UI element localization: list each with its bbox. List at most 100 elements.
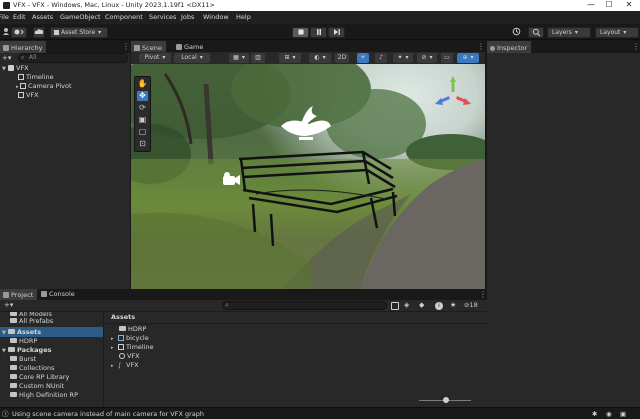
tree-item-assets[interactable]: ▼ Assets <box>2 328 41 337</box>
search-by-label-icon[interactable]: ◈ <box>404 301 409 309</box>
expand-triangle-icon[interactable]: ▸ <box>111 362 118 371</box>
game-controller-icon <box>176 44 182 50</box>
scale-tool-icon[interactable]: ▣ <box>137 115 148 125</box>
add-object-button[interactable]: +▾ <box>2 54 12 63</box>
increment-snap-button[interactable]: ▥ <box>251 53 265 63</box>
lighting-status-icon[interactable]: ▣ <box>620 408 626 419</box>
tag-icon[interactable]: ◆ <box>419 301 424 309</box>
layout-dropdown[interactable]: Layout <box>595 27 639 38</box>
hierarchy-item-camera-pivot[interactable]: ▸ Camera Pivot <box>16 82 72 91</box>
rect-tool-icon[interactable]: ▢ <box>137 127 148 137</box>
icon-size-slider-thumb[interactable] <box>443 397 449 403</box>
tab-hierarchy-label: Hierarchy <box>11 44 43 52</box>
menu-file[interactable]: File <box>0 11 9 24</box>
step-button[interactable] <box>328 27 345 38</box>
hierarchy-item-timeline[interactable]: Timeline <box>18 73 54 82</box>
tree-item-all-prefabs[interactable]: All Prefabs <box>10 317 53 326</box>
pivot-dropdown[interactable]: Pivot <box>139 53 171 63</box>
tab-console[interactable]: Console <box>38 289 79 300</box>
gizmos-dropdown[interactable]: ⊕ <box>457 53 479 63</box>
play-button[interactable] <box>292 27 309 38</box>
asset-item-hdrp[interactable]: HDRP <box>119 325 146 334</box>
hidden-objects-icon[interactable]: ⊘ <box>417 53 437 63</box>
tree-item-collections[interactable]: Collections <box>10 364 55 373</box>
mesh-icon <box>118 335 124 341</box>
expand-triangle-icon[interactable]: ▸ <box>111 344 118 353</box>
debug-bug-icon[interactable]: ✱ <box>592 408 597 419</box>
project-breadcrumb[interactable]: Assets <box>111 313 135 322</box>
asset-item-vfx-scene[interactable]: VFX <box>119 352 140 361</box>
scene-viewport[interactable]: ✋ ✥ ⟳ ▣ ▢ ⊡ <box>131 64 485 290</box>
account-icon[interactable] <box>2 27 10 38</box>
hierarchy-item-vfx[interactable]: VFX <box>18 91 39 100</box>
close-button[interactable]: ✕ <box>620 0 638 11</box>
pause-button[interactable] <box>310 27 327 38</box>
inspector-menu-icon[interactable]: ⋮ <box>632 42 640 52</box>
hierarchy-item-vfx-scene[interactable]: ▼ VFX <box>2 64 29 73</box>
menu-jobs[interactable]: Jobs <box>181 11 194 24</box>
undo-history-icon[interactable] <box>509 27 523 38</box>
orientation-gizmo-icon[interactable] <box>433 76 473 116</box>
cloud-dropdown-button[interactable] <box>11 27 27 38</box>
audio-toggle-icon[interactable]: ♪ <box>375 53 387 63</box>
hidden-packages-toggle[interactable]: ⊘18 <box>464 301 478 309</box>
collab-cloud-icon[interactable] <box>33 27 45 38</box>
project-menu-icon[interactable]: ⋮ <box>479 290 487 300</box>
search-by-type-icon[interactable] <box>391 302 399 310</box>
menu-help[interactable]: Help <box>236 11 251 24</box>
hierarchy-item-label: Camera Pivot <box>28 82 72 90</box>
hierarchy-search-input[interactable]: ⌕ All <box>18 53 128 63</box>
status-message[interactable]: Using scene camera instead of main camer… <box>12 408 204 419</box>
menu-component[interactable]: Component <box>105 11 143 24</box>
tree-item-hdrp-package[interactable]: High Definition RP <box>10 391 78 400</box>
tab-game-label: Game <box>184 43 204 51</box>
tree-item-burst[interactable]: Burst <box>10 355 36 364</box>
minimize-button[interactable]: — <box>582 0 600 11</box>
maximize-button[interactable]: ☐ <box>600 0 618 11</box>
grid-snap-button[interactable]: ▦ <box>229 53 249 63</box>
camera-settings-icon[interactable]: ▭ <box>441 53 453 63</box>
local-dropdown[interactable]: Local <box>174 53 210 63</box>
menu-window[interactable]: Window <box>203 11 229 24</box>
progress-icon[interactable]: ◉ <box>606 408 612 419</box>
menu-assets[interactable]: Assets <box>32 11 53 24</box>
menu-gameobject[interactable]: GameObject <box>60 11 101 24</box>
view-tool-icon[interactable]: ✋ <box>137 79 148 89</box>
search-icon: ⌕ <box>225 301 229 309</box>
project-search-input[interactable]: ⌕ <box>222 301 387 310</box>
menu-edit[interactable]: Edit <box>13 11 26 24</box>
unity-app-icon <box>3 2 10 9</box>
effects-dropdown[interactable]: ✦ <box>393 53 413 63</box>
tree-item-packages[interactable]: ▼ Packages <box>2 346 51 355</box>
menu-services[interactable]: Services <box>149 11 176 24</box>
asset-item-vfx-graph[interactable]: ▸ ∫ VFX <box>111 361 139 370</box>
shading-mode-button[interactable]: ◐ <box>309 53 331 63</box>
hierarchy-menu-icon[interactable]: ⋮ <box>122 42 130 52</box>
create-asset-button[interactable]: +▾ <box>4 301 13 309</box>
tab-inspector[interactable]: Inspector <box>487 41 532 53</box>
asset-item-timeline[interactable]: ▸ Timeline <box>111 343 154 352</box>
rotate-tool-icon[interactable]: ⟳ <box>137 103 148 113</box>
package-info-icon[interactable]: i <box>435 302 443 310</box>
tree-item-core-rp[interactable]: Core RP Library <box>10 373 69 382</box>
tab-project[interactable]: Project <box>0 289 38 300</box>
layers-dropdown[interactable]: Layers <box>547 27 591 38</box>
tab-hierarchy[interactable]: Hierarchy <box>0 41 47 53</box>
snap-settings-button[interactable]: ⊞ <box>279 53 301 63</box>
breadcrumb-divider <box>106 323 487 324</box>
transform-tool-icon[interactable]: ⊡ <box>137 139 148 149</box>
info-icon: ⓘ <box>2 410 9 418</box>
scene-menu-icon[interactable]: ⋮ <box>477 42 485 52</box>
asset-item-bicycle[interactable]: ▸ bicycle <box>111 334 149 343</box>
tree-scrollbar[interactable] <box>103 350 104 380</box>
tree-item-custom-nunit[interactable]: Custom NUnit <box>10 382 64 391</box>
search-icon[interactable] <box>528 27 544 38</box>
menu-bar: File Edit Assets GameObject Component Se… <box>0 11 640 24</box>
favorite-star-icon[interactable]: ★ <box>450 301 456 309</box>
status-bar: ⓘ Using scene camera instead of main cam… <box>0 407 640 419</box>
asset-store-button[interactable]: Asset Store <box>50 27 108 38</box>
mode-2d-button[interactable]: 2D <box>335 53 349 63</box>
lighting-toggle[interactable]: ☀ <box>357 53 369 63</box>
tree-item-hdrp[interactable]: HDRP <box>10 337 37 346</box>
move-tool-icon[interactable]: ✥ <box>137 91 148 101</box>
